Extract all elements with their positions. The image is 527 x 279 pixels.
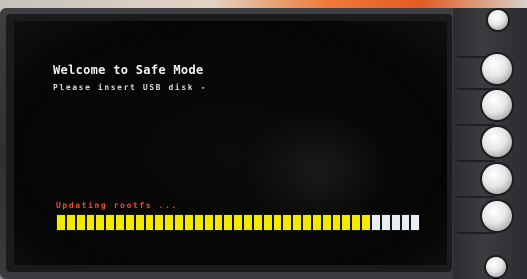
side-button-5[interactable] (482, 164, 512, 194)
progress-segment-filled (116, 215, 124, 230)
progress-segment-filled (303, 215, 311, 230)
progress-segment-filled (253, 215, 262, 230)
page-title: Welcome to Safe Mode (53, 63, 204, 77)
progress-segment-filled (362, 215, 370, 230)
display-screen: Welcome to Safe Mode Please insert USB d… (14, 21, 447, 265)
screen-reflection (244, 111, 394, 231)
progress-segment-empty (381, 215, 390, 230)
progress-segment-filled (125, 215, 134, 230)
progress-segment-filled (145, 215, 154, 230)
instruction-text: Please insert USB disk - (53, 83, 207, 92)
panel-divider (457, 160, 495, 162)
progress-segment-filled (57, 215, 65, 230)
progress-segment-filled (155, 215, 164, 230)
side-button-6[interactable] (482, 201, 512, 231)
progress-segment-filled (283, 215, 292, 230)
status-text: Updating rootfs ... (56, 201, 178, 210)
panel-divider (457, 124, 495, 126)
progress-segment-filled (194, 215, 203, 230)
side-button-1[interactable] (488, 10, 508, 30)
progress-segment-empty (401, 215, 410, 230)
progress-segment-filled (165, 215, 174, 230)
progress-segment-filled (175, 215, 183, 230)
progress-segment-filled (66, 215, 75, 230)
progress-segment-filled (293, 215, 302, 230)
progress-segment-empty (372, 215, 380, 230)
progress-segment-filled (312, 215, 321, 230)
progress-segment-filled (214, 215, 223, 230)
progress-segment-filled (322, 215, 331, 230)
progress-segment-filled (332, 215, 341, 230)
progress-segment-filled (135, 215, 144, 230)
progress-segment-filled (342, 215, 351, 230)
panel-divider (457, 196, 495, 198)
progress-segment-filled (263, 215, 272, 230)
progress-segment-empty (411, 215, 420, 230)
panel-divider (457, 232, 495, 234)
side-button-7[interactable] (486, 257, 506, 277)
side-button-2[interactable] (482, 54, 512, 84)
progress-segment-filled (234, 215, 243, 230)
progress-segment-filled (96, 215, 105, 230)
progress-segment-filled (273, 215, 282, 230)
progress-segment-filled (204, 215, 213, 230)
progress-segment-empty (391, 215, 400, 230)
progress-segment-filled (184, 215, 193, 230)
progress-segment-filled (106, 215, 115, 230)
progress-segment-filled (244, 215, 252, 230)
progress-segment-filled (86, 215, 95, 230)
progress-segment-filled (224, 215, 233, 230)
side-button-4[interactable] (482, 127, 512, 157)
progress-bar (56, 214, 420, 231)
progress-segment-filled (352, 215, 361, 230)
panel-divider (457, 88, 495, 90)
side-button-3[interactable] (482, 90, 512, 120)
progress-segment-filled (76, 215, 85, 230)
